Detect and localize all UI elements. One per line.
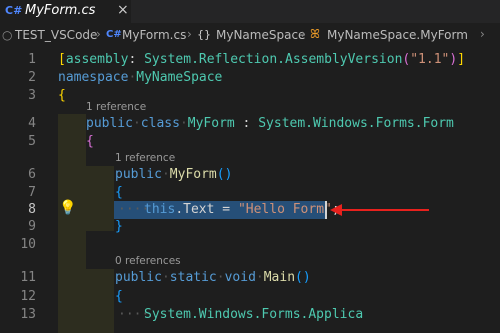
tab-label: MyForm.cs: [25, 3, 96, 18]
breadcrumb-separator: ›: [480, 27, 485, 41]
code-line-4: public·class·MyForm : System.Windows.For…: [86, 116, 454, 131]
line-number: 1: [28, 52, 36, 67]
close-icon[interactable]: ×: [117, 2, 129, 18]
line-number: 11: [20, 270, 36, 285]
code-line-6: public·MyForm(): [115, 167, 233, 182]
code-line-5: {: [86, 134, 94, 149]
code-line-1: [assembly: System.Reflection.AssemblyVer…: [58, 52, 466, 67]
line-number: 9: [28, 219, 36, 234]
code-line-13: System.Windows.Forms.Applica: [144, 307, 364, 322]
breadcrumb-namespace[interactable]: MyNameSpace: [216, 28, 305, 42]
breadcrumb-project[interactable]: ○: [2, 28, 12, 42]
breadcrumb-class[interactable]: MyNameSpace.MyForm: [327, 28, 468, 42]
tab-bar: C# MyForm.cs ×: [0, 0, 500, 23]
csharp-file-icon: C#: [106, 29, 122, 40]
annotation-arrow: [330, 204, 429, 216]
breadcrumb: ○ TEST_VSCode › C# MyForm.cs › {} MyName…: [0, 23, 500, 45]
tab-myform-cs[interactable]: C# MyForm.cs ×: [0, 0, 131, 23]
code-line-8: this.Text = "Hello Form";: [144, 202, 340, 217]
code-line-9: }: [115, 219, 123, 234]
line-number: 6: [28, 167, 36, 182]
line-number: 13: [20, 307, 36, 322]
line-number: 12: [20, 289, 36, 304]
code-line-11: public·static·void·Main(): [115, 270, 311, 285]
code-line-7: {: [115, 185, 123, 200]
line-number: 7: [28, 185, 36, 200]
indent-guide: [86, 166, 114, 231]
codelens-references[interactable]: 1 reference: [86, 101, 146, 113]
line-number-active: 8: [28, 202, 36, 217]
code-editor[interactable]: 1 2 3 4 5 6 7 8 9 10 11 12 13 [assembly:…: [0, 45, 500, 333]
arrow-head: [330, 204, 342, 216]
class-icon: ꕤ: [310, 27, 320, 41]
indent-guide: [58, 114, 86, 333]
lightbulb-icon[interactable]: 💡: [59, 200, 76, 216]
line-number: 5: [28, 134, 36, 149]
breadcrumb-separator: ›: [301, 27, 306, 41]
namespace-icon: {}: [197, 28, 211, 41]
folder-icon: ○: [2, 28, 13, 42]
breadcrumb-separator: ›: [96, 27, 101, 41]
breadcrumb-file[interactable]: MyForm.cs: [122, 28, 186, 42]
csharp-file-icon: C#: [5, 4, 23, 17]
breadcrumb-project-label[interactable]: TEST_VSCode: [15, 28, 97, 42]
line-number: 2: [28, 70, 36, 85]
indent-guide: [86, 269, 114, 333]
code-line-12: {: [115, 289, 123, 304]
breadcrumb-separator: ›: [187, 27, 192, 41]
line-number: 4: [28, 116, 36, 131]
codelens-references[interactable]: 0 references: [115, 255, 181, 267]
line-number: 3: [28, 88, 36, 103]
code-line-2: namespace·MyNameSpace: [58, 70, 223, 85]
codelens-references[interactable]: 1 reference: [115, 152, 175, 164]
line-number: 10: [20, 237, 36, 252]
code-line-3: {: [58, 88, 66, 103]
